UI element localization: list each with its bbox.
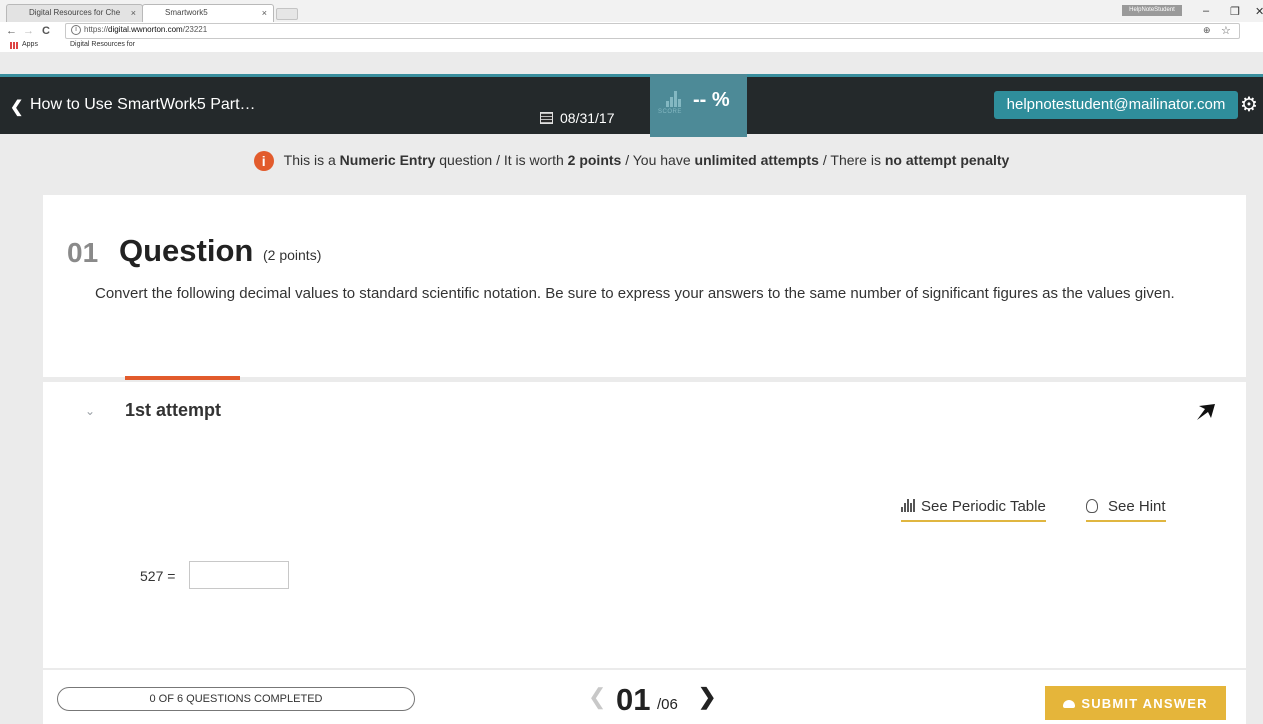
info-icon: i xyxy=(253,151,274,171)
previous-question-button[interactable]: ❮ xyxy=(588,684,606,710)
question-card: 01 Question (2 points) Convert the follo… xyxy=(43,195,1246,377)
assignment-title[interactable]: How to Use SmartWork5 Part… xyxy=(30,96,256,114)
score-value: -- % xyxy=(693,89,730,111)
question-type: Numeric Entry xyxy=(339,152,436,168)
banner-text-2: question / It is worth xyxy=(435,152,568,168)
lightbulb-icon xyxy=(1086,499,1098,513)
star-icon[interactable]: ☆ xyxy=(1221,24,1231,37)
browser-window: Digital Resources for Che × Smartwork5 ×… xyxy=(0,0,1263,724)
restore-button[interactable]: ❐ xyxy=(1230,5,1240,18)
back-chevron-icon[interactable]: ❮ xyxy=(10,97,23,117)
url-host: digital.wwnorton.com xyxy=(108,25,183,34)
banner-text-4: / There is xyxy=(818,152,885,168)
submit-label: SUBMIT ANSWER xyxy=(1081,695,1208,711)
equation-label: 527 = xyxy=(140,568,176,584)
penalty-info: no attempt penalty xyxy=(884,152,1010,168)
url-prefix: https:// xyxy=(84,25,109,34)
answer-input[interactable] xyxy=(189,561,289,589)
footer-bar: 0 OF 6 QUESTIONS COMPLETED ❮ 01 /06 ❯ SU… xyxy=(43,670,1246,724)
bookmark-apps[interactable]: Apps xyxy=(22,41,38,48)
minimize-button[interactable]: – xyxy=(1203,5,1209,17)
tab-title: Smartwork5 xyxy=(165,8,208,17)
close-window-button[interactable]: ✕ xyxy=(1255,5,1263,18)
score-chart-icon xyxy=(666,91,684,107)
attempt-card: ⌄ 1st attempt See Periodic Table See Hin… xyxy=(43,376,1246,668)
banner-text-1: This is a xyxy=(283,152,340,168)
attempt-indicator-bar xyxy=(125,376,240,380)
question-number: 01 xyxy=(67,237,99,268)
app-header: ❮ How to Use SmartWork5 Part… 08/31/17 S… xyxy=(0,74,1263,137)
banner-text-3: / You have xyxy=(621,152,695,168)
info-icon[interactable]: i xyxy=(71,25,81,35)
periodic-table-label: See Periodic Table xyxy=(921,498,1046,515)
address-row: ← → C i https://digital.wwnorton.com/232… xyxy=(0,22,1263,52)
calendar-icon xyxy=(540,112,553,124)
due-date: 08/31/17 xyxy=(560,110,615,126)
new-tab-button[interactable] xyxy=(276,8,298,20)
see-hint-link[interactable]: See Hint xyxy=(1086,498,1166,522)
attempt-label[interactable]: 1st attempt xyxy=(125,400,221,421)
question-info-banner: i This is a Numeric Entry question / It … xyxy=(0,151,1263,171)
forward-arrow-icon[interactable]: → xyxy=(23,25,34,37)
tab-title: Digital Resources for Che xyxy=(29,8,121,17)
see-periodic-table-link[interactable]: See Periodic Table xyxy=(901,498,1046,522)
url-path: /23221 xyxy=(182,25,208,34)
tab-digital-resources[interactable]: Digital Resources for Che × xyxy=(6,4,143,22)
progress-indicator: 0 OF 6 QUESTIONS COMPLETED xyxy=(57,687,415,711)
zoom-icon[interactable]: ⊕ xyxy=(1203,25,1211,36)
next-question-button[interactable]: ❯ xyxy=(698,684,716,710)
cloud-upload-icon xyxy=(1063,699,1076,708)
user-email-button[interactable]: helpnotestudent@mailinator.com xyxy=(994,91,1238,119)
close-icon[interactable]: × xyxy=(131,5,136,21)
tab-strip: Digital Resources for Che × Smartwork5 ×… xyxy=(0,0,1263,22)
attempts-info: unlimited attempts xyxy=(694,152,819,168)
periodic-table-icon xyxy=(901,499,915,512)
hint-label: See Hint xyxy=(1108,498,1166,515)
gear-icon[interactable]: ⚙ xyxy=(1240,95,1260,115)
total-questions: /06 xyxy=(657,696,678,713)
score-display[interactable]: SCORE -- % xyxy=(650,74,747,137)
reload-icon[interactable]: C xyxy=(42,25,50,37)
bookmarks-bar: Apps Digital Resources for xyxy=(0,40,1263,52)
flag-icon[interactable] xyxy=(1195,400,1217,422)
address-bar[interactable]: i https://digital.wwnorton.com/23221 ⊕ ☆ xyxy=(65,23,1240,39)
back-arrow-icon[interactable]: ← xyxy=(6,25,17,37)
url-text: https://digital.wwnorton.com/23221 xyxy=(84,25,207,34)
question-title: Question xyxy=(119,233,254,268)
profile-button[interactable]: HelpNoteStudent xyxy=(1122,5,1182,16)
question-points-label: (2 points) xyxy=(263,247,322,263)
question-text: Convert the following decimal values to … xyxy=(95,285,1175,302)
bookmark-digital-resources[interactable]: Digital Resources for xyxy=(70,41,135,48)
tab-smartwork5[interactable]: Smartwork5 × xyxy=(142,4,274,22)
submit-answer-button[interactable]: SUBMIT ANSWER xyxy=(1045,686,1226,720)
score-label: SCORE xyxy=(658,109,682,115)
question-points: 2 points xyxy=(567,152,622,168)
current-question-number: 01 xyxy=(616,682,651,717)
apps-icon[interactable] xyxy=(10,42,18,49)
close-icon[interactable]: × xyxy=(262,5,267,21)
chevron-down-icon[interactable]: ⌄ xyxy=(85,404,95,418)
